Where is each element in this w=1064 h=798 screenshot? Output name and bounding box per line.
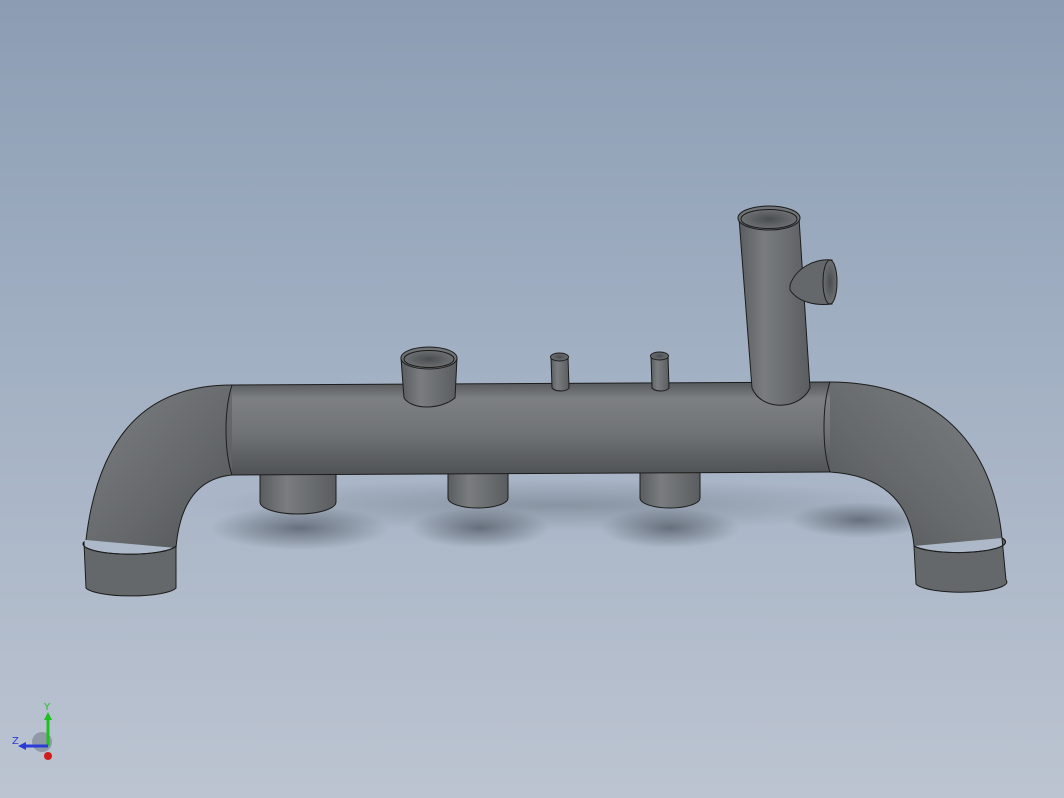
right-leg[interactable] <box>913 537 1008 593</box>
left-elbow[interactable] <box>85 384 233 549</box>
triad-y-label: Y <box>44 702 51 713</box>
top-stub-small-1[interactable] <box>550 352 570 392</box>
top-stub-large[interactable] <box>400 346 458 408</box>
triad-axes-icon <box>18 712 52 760</box>
lower-stub-1[interactable] <box>259 469 337 515</box>
main-pipe[interactable] <box>225 381 831 476</box>
pipe-manifold-model[interactable] <box>0 0 1064 798</box>
triad-z-label: Z <box>12 736 19 747</box>
lower-stub-2[interactable] <box>447 469 509 509</box>
orientation-triad[interactable]: Y Z <box>8 700 68 764</box>
left-leg[interactable] <box>82 540 177 597</box>
riser-pipe[interactable] <box>737 205 838 406</box>
graphics-viewport[interactable]: Y Z <box>0 0 1064 798</box>
lower-stub-3[interactable] <box>639 469 701 509</box>
top-stub-small-2[interactable] <box>650 351 670 392</box>
